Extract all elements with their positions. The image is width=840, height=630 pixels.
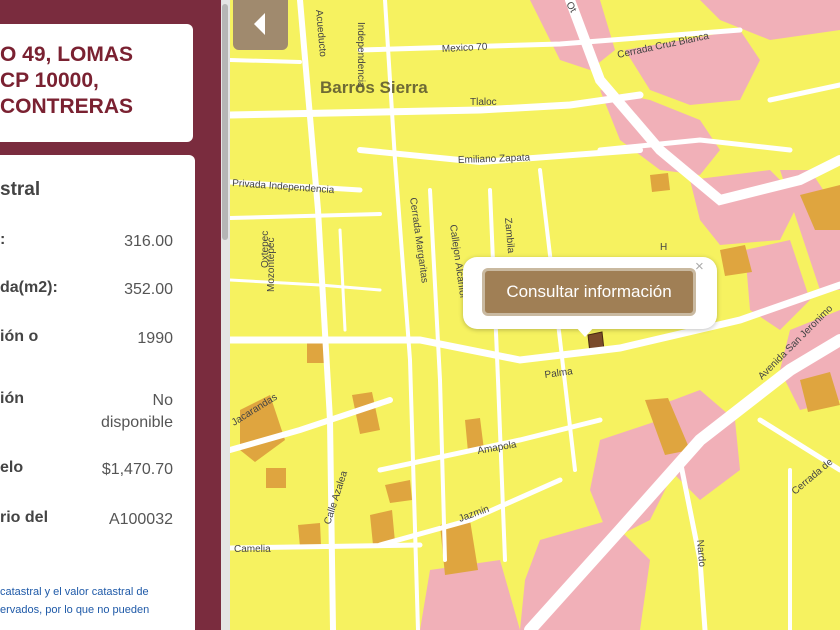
footnote-line: ervados, por lo que no pueden xyxy=(0,604,150,616)
field-value: 352.00 xyxy=(124,281,173,298)
street-label: H xyxy=(660,242,667,253)
field-label: ión xyxy=(0,390,24,407)
footnote-line: catastral y el valor catastral de xyxy=(0,586,149,598)
street-label: Independencia xyxy=(355,22,366,88)
address-line-1: O 49, LOMAS xyxy=(0,43,134,66)
field-value: 1990 xyxy=(137,330,173,347)
info-panel: O 49, LOMAS CP 10000, CONTRERAS stral : … xyxy=(0,0,221,630)
mixed-use-parcel xyxy=(266,468,286,488)
address-line-3: CONTRERAS xyxy=(0,95,134,118)
footnote: catastral y el valor catastral de ervado… xyxy=(0,583,149,619)
address-line-2: CP 10000, xyxy=(0,69,99,92)
close-icon[interactable]: × xyxy=(695,258,704,276)
consult-info-button[interactable]: Consultar información xyxy=(482,268,696,316)
street-label: Camelia xyxy=(234,544,271,555)
mixed-use-parcel xyxy=(650,173,670,192)
address-card: O 49, LOMAS CP 10000, CONTRERAS xyxy=(0,24,193,142)
neighborhood-label: Barros Sierra xyxy=(320,78,428,97)
field-value: A100032 xyxy=(108,511,173,528)
collapse-panel-button[interactable] xyxy=(233,0,288,50)
field-value: $1,470.70 xyxy=(101,461,173,478)
field-value: No disponible xyxy=(100,392,173,431)
field-label: elo xyxy=(0,459,24,476)
street-label: Mozontepec xyxy=(266,238,277,292)
field-value: 316.00 xyxy=(124,233,173,250)
field-label: : xyxy=(0,231,6,248)
mixed-use-parcel xyxy=(298,523,321,547)
street-label: Tlaloc xyxy=(470,97,497,108)
chevron-left-icon xyxy=(254,13,265,35)
parcel-popup: × Consultar información xyxy=(463,257,717,329)
field-label: rio del xyxy=(0,509,49,526)
field-label: da(m2): xyxy=(0,279,58,296)
popup-pointer xyxy=(575,326,595,337)
field-label: ión o xyxy=(0,328,39,345)
cadastral-info-card: stral : 316.00 da(m2): 352.00 ión o 1990… xyxy=(0,155,195,630)
section-title: stral xyxy=(0,179,41,200)
scrollbar-thumb[interactable] xyxy=(222,4,228,240)
street xyxy=(230,58,302,64)
